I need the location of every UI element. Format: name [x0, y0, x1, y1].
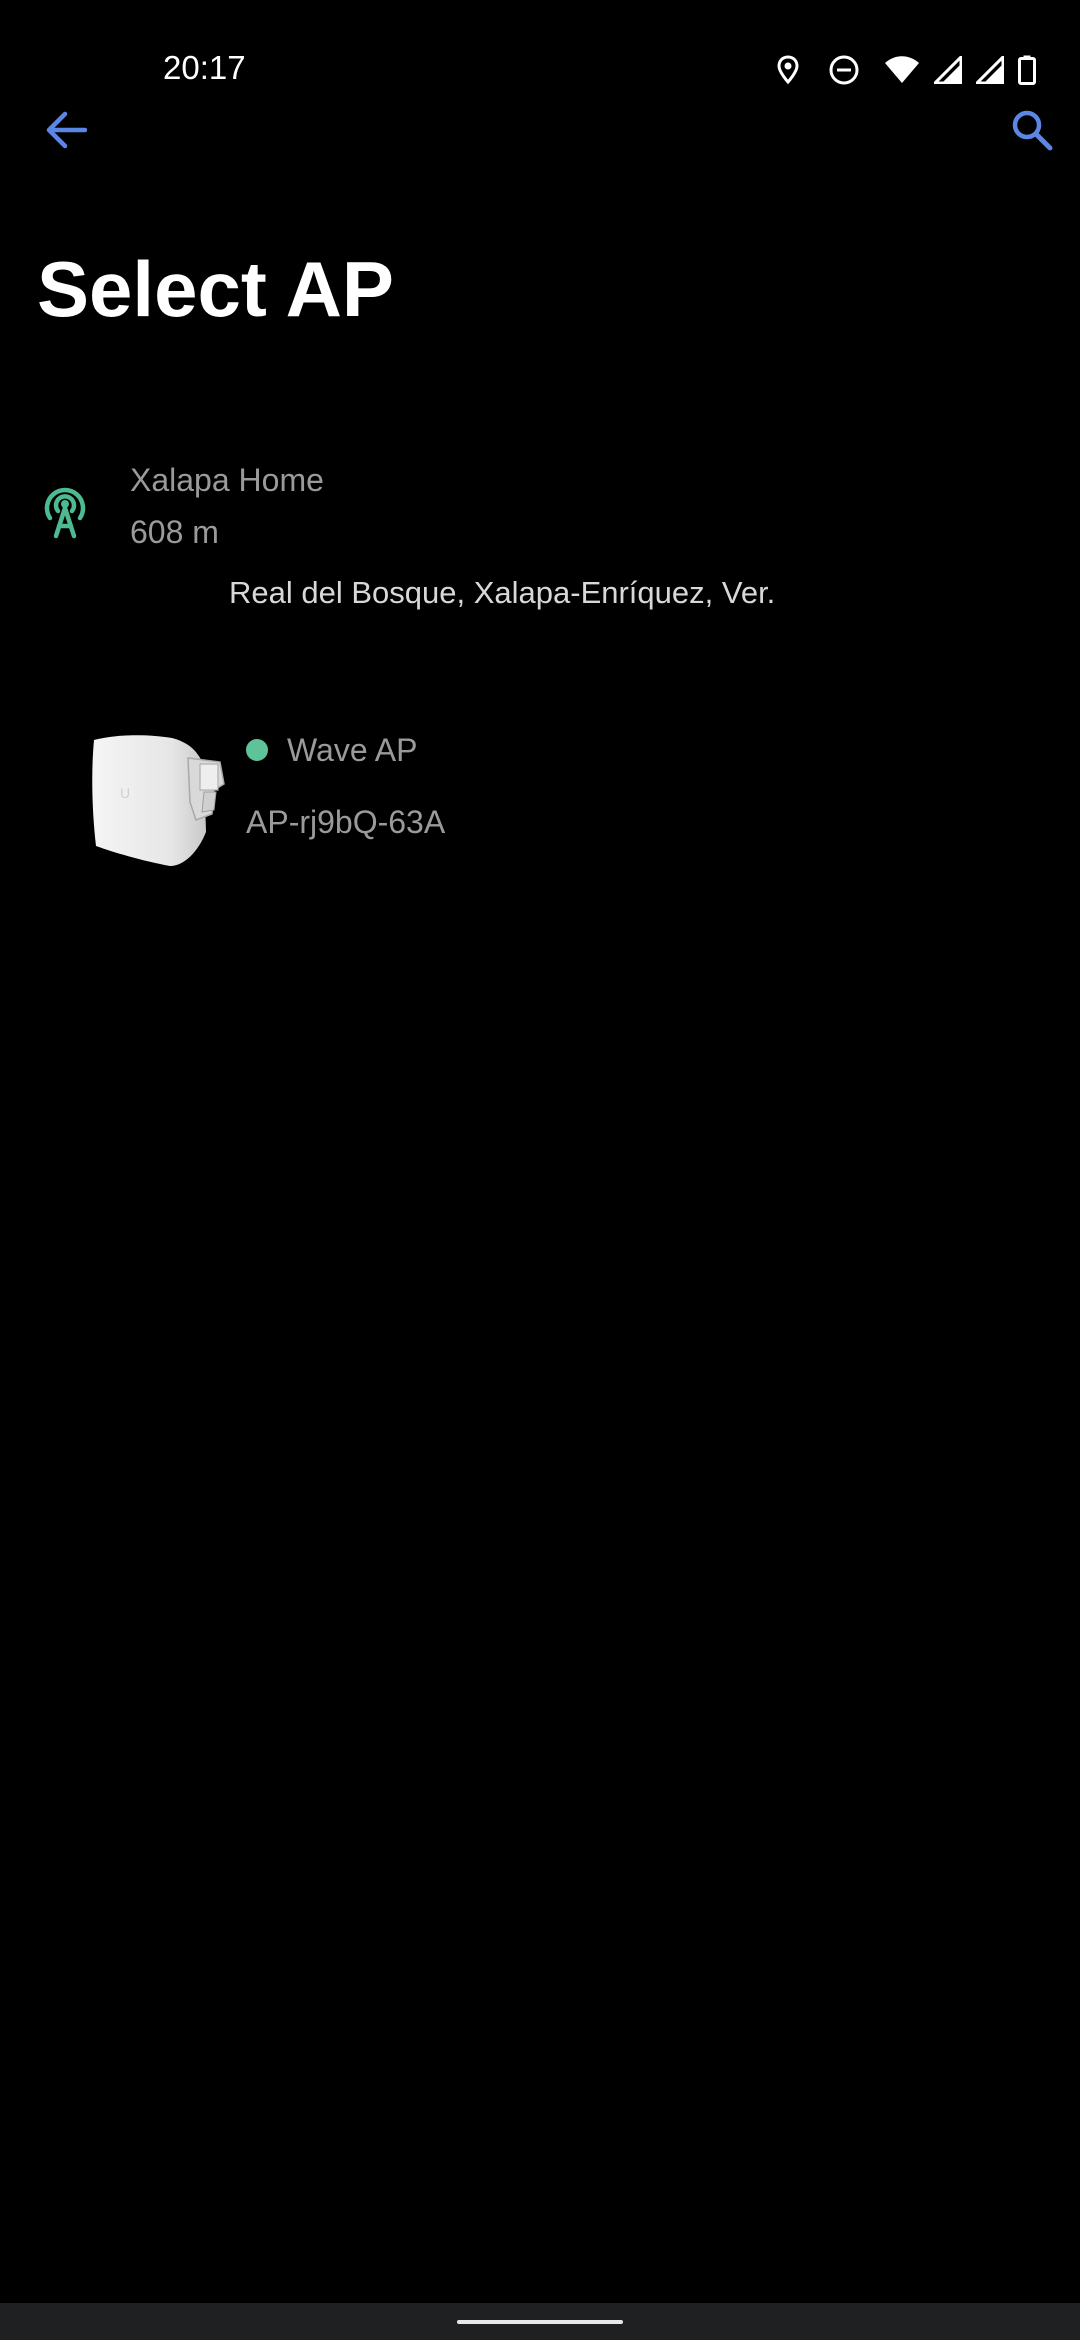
svg-text:U: U	[120, 785, 130, 801]
device-name: AP-rj9bQ-63A	[246, 804, 446, 840]
home-gesture-handle[interactable]	[457, 2320, 623, 2324]
arrow-left-icon	[45, 111, 88, 154]
device-list-item[interactable]: U Wave AP AP-rj9bQ-63A	[0, 720, 1080, 870]
device-model: Wave AP	[287, 732, 418, 768]
status-bar: 20:17	[0, 0, 1080, 100]
wave-ap-device-image: U	[88, 732, 232, 868]
search-icon	[1010, 108, 1054, 157]
status-time: 20:17	[163, 49, 246, 86]
signal-icon	[976, 56, 1004, 84]
signal-icon	[934, 56, 962, 84]
page-title: Select AP	[37, 245, 394, 333]
wifi-icon	[884, 55, 920, 85]
antenna-broadcast-icon	[38, 480, 92, 540]
site-list-item[interactable]: Xalapa Home 608 m Real del Bosque, Xalap…	[0, 450, 1080, 630]
status-icons	[776, 50, 1036, 90]
site-name: Xalapa Home	[130, 462, 324, 498]
site-distance: 608 m	[130, 514, 219, 550]
search-button[interactable]	[1002, 102, 1062, 162]
online-status-indicator	[246, 739, 268, 761]
system-navigation-bar	[0, 2303, 1080, 2340]
do-not-disturb-icon	[828, 54, 860, 86]
site-address: Real del Bosque, Xalapa-Enríquez, Ver.	[229, 575, 776, 610]
location-icon	[776, 55, 800, 85]
back-button[interactable]	[38, 104, 94, 160]
app-bar	[0, 96, 1080, 166]
battery-icon	[1018, 55, 1036, 85]
